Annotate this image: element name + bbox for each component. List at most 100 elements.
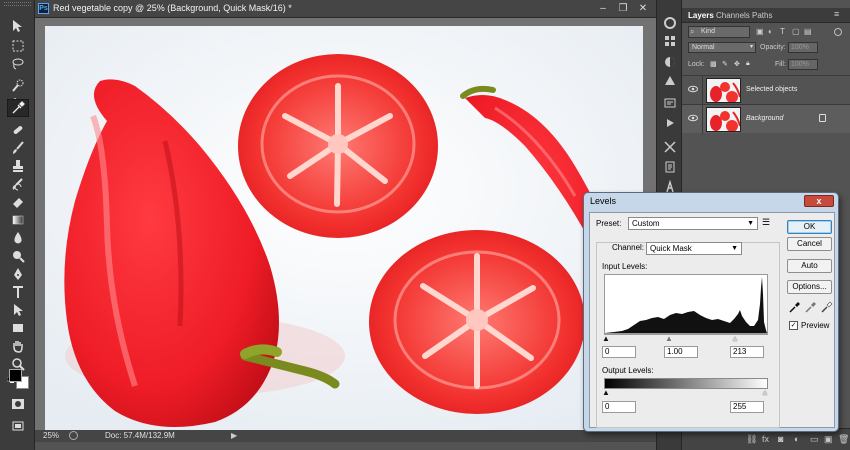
tools-grip[interactable] xyxy=(4,2,31,6)
lock-transparent-icon[interactable]: ▩ xyxy=(710,60,717,68)
input-black-slider[interactable]: ▲ xyxy=(602,334,610,343)
eraser-tool-icon[interactable] xyxy=(9,194,27,210)
layer-name[interactable]: Selected objects xyxy=(746,86,797,93)
quick-mask-mode-icon[interactable] xyxy=(9,396,27,412)
delete-layer-icon[interactable]: 🗑︎ xyxy=(838,434,849,445)
output-white-field[interactable]: 255 xyxy=(730,401,764,413)
healing-brush-tool-icon[interactable] xyxy=(9,122,27,138)
input-gamma-slider[interactable]: ▲ xyxy=(665,334,673,343)
actions-panel-icon[interactable] xyxy=(663,116,677,130)
blend-mode-value: Normal xyxy=(692,44,715,51)
color-panel-icon[interactable] xyxy=(663,16,677,30)
tab-layers[interactable]: Layers xyxy=(688,11,714,20)
history-panel-icon[interactable] xyxy=(663,96,677,110)
minimize-button[interactable]: – xyxy=(595,2,611,15)
dodge-tool-icon[interactable] xyxy=(9,248,27,264)
filter-kind-select[interactable]: Kind xyxy=(688,26,750,38)
blend-mode-caret-icon: ▾ xyxy=(749,44,753,50)
panel-menu-icon[interactable]: ≡ xyxy=(834,9,839,19)
visibility-eye-icon[interactable] xyxy=(688,85,698,93)
levels-titlebar[interactable]: Levels x xyxy=(584,193,838,210)
marquee-tool-icon[interactable] xyxy=(9,38,27,54)
blend-mode-select[interactable]: Normal ▾ xyxy=(688,42,756,53)
input-black-field[interactable]: 0 xyxy=(602,346,636,358)
move-tool-icon[interactable] xyxy=(9,18,27,34)
levels-close-button[interactable]: x xyxy=(804,195,834,207)
black-point-eyedropper-icon[interactable] xyxy=(789,301,801,313)
output-white-slider[interactable]: ▲ xyxy=(761,388,769,397)
filter-smart-object-icon[interactable]: ▤ xyxy=(804,27,812,36)
tab-paths[interactable]: Paths xyxy=(752,11,772,20)
input-white-field[interactable]: 213 xyxy=(730,346,764,358)
eyedropper-tool-icon[interactable] xyxy=(7,99,29,117)
status-bar: 25% Doc: 57.4M/132.9M ▶ xyxy=(35,430,656,442)
canvas-area[interactable] xyxy=(35,18,656,430)
hand-tool-icon[interactable] xyxy=(9,338,27,354)
filter-pixel-icon[interactable]: ▣ xyxy=(756,27,764,36)
opacity-input[interactable]: 100% xyxy=(788,42,818,53)
restore-button[interactable]: ❐ xyxy=(615,2,631,15)
lock-pixels-icon[interactable]: ✎ xyxy=(722,60,728,68)
lock-position-icon[interactable]: ✥ xyxy=(734,60,740,68)
path-selection-tool-icon[interactable] xyxy=(9,302,27,318)
ok-button[interactable]: OK xyxy=(787,220,832,234)
preview-checkbox[interactable]: ✓ xyxy=(789,321,798,330)
output-black-slider[interactable]: ▲ xyxy=(602,388,610,397)
swatches-panel-icon[interactable] xyxy=(663,34,677,48)
input-levels-label: Input Levels: xyxy=(602,262,648,271)
channel-label: Channel: xyxy=(612,243,645,252)
gradient-tool-icon[interactable] xyxy=(9,212,27,228)
preset-value: Custom xyxy=(632,219,660,228)
preset-select[interactable]: Custom ▼ xyxy=(628,217,758,230)
input-white-slider[interactable]: ▲ xyxy=(731,334,739,343)
history-brush-tool-icon[interactable] xyxy=(9,176,27,192)
zoom-level[interactable]: 25% xyxy=(43,431,59,440)
screen-mode-icon[interactable] xyxy=(9,418,27,434)
tools-panel xyxy=(0,0,35,450)
options-button[interactable]: Options... xyxy=(787,280,832,294)
gray-point-eyedropper-icon[interactable] xyxy=(805,301,817,313)
tab-channels[interactable]: Channels xyxy=(716,11,750,20)
cancel-button[interactable]: Cancel xyxy=(787,237,832,251)
shape-tool-icon[interactable] xyxy=(9,320,27,336)
layer-name[interactable]: Background xyxy=(746,115,783,122)
foreground-color-swatch[interactable] xyxy=(9,369,22,382)
preset-options-icon[interactable]: ☰ xyxy=(762,217,770,228)
output-black-field[interactable]: 0 xyxy=(602,401,636,413)
tools-presets-icon[interactable] xyxy=(663,140,677,154)
input-gamma-field[interactable]: 1.00 xyxy=(664,346,698,358)
layer-style-icon[interactable]: fx xyxy=(762,434,769,444)
quick-selection-tool-icon[interactable] xyxy=(9,78,27,94)
lasso-tool-icon[interactable] xyxy=(9,56,27,72)
new-adjustment-icon[interactable]: ◐ xyxy=(794,434,799,444)
pen-tool-icon[interactable] xyxy=(9,266,27,282)
channel-select[interactable]: Quick Mask ▼ xyxy=(646,242,742,255)
white-point-eyedropper-icon[interactable] xyxy=(821,301,833,313)
clone-stamp-tool-icon[interactable] xyxy=(9,158,27,174)
filter-adjustment-icon[interactable]: ◐ xyxy=(768,27,773,36)
filter-shape-icon[interactable]: ▢ xyxy=(792,27,800,36)
auto-button[interactable]: Auto xyxy=(787,259,832,273)
brush-tool-icon[interactable] xyxy=(9,140,27,156)
fill-input[interactable]: 100% xyxy=(788,59,818,70)
share-icon[interactable] xyxy=(69,431,78,440)
lock-all-icon[interactable]: 🔒︎ xyxy=(746,60,750,68)
link-layers-icon[interactable]: ⛓︎ xyxy=(746,434,757,445)
document-tab[interactable]: Ps Red vegetable copy @ 25% (Background,… xyxy=(35,0,656,18)
blur-tool-icon[interactable] xyxy=(9,230,27,246)
status-menu-arrow-icon[interactable]: ▶ xyxy=(231,431,237,440)
add-mask-icon[interactable]: ◙ xyxy=(778,434,783,444)
type-tool-icon[interactable] xyxy=(9,284,27,300)
adjustments-panel-icon[interactable] xyxy=(663,55,677,69)
vegetable-photo[interactable] xyxy=(45,26,643,430)
visibility-eye-icon[interactable] xyxy=(688,114,698,122)
styles-panel-icon[interactable] xyxy=(663,73,677,87)
info-panel-icon[interactable] xyxy=(663,160,677,174)
layer-background[interactable]: Background xyxy=(682,104,850,134)
new-layer-icon[interactable]: ▣ xyxy=(824,434,833,445)
filter-type-icon[interactable]: T xyxy=(780,27,785,36)
close-document-button[interactable]: ✕ xyxy=(635,2,651,15)
layer-selected-objects[interactable]: Selected objects xyxy=(682,75,850,105)
filter-toggle-icon[interactable] xyxy=(834,28,842,36)
new-group-icon[interactable]: ▭ xyxy=(810,434,819,445)
